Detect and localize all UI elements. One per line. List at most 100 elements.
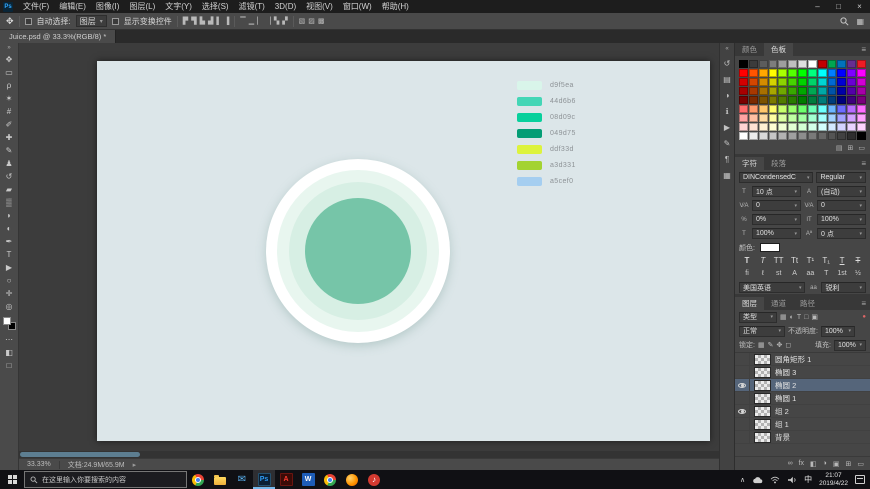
hand-tool[interactable]: ✛	[1, 287, 18, 300]
color-swatch[interactable]	[759, 69, 768, 77]
color-swatch[interactable]	[818, 105, 827, 113]
faux-bold-toggle[interactable]: T	[741, 256, 753, 265]
filter-shape-icon[interactable]: □	[804, 314, 808, 321]
layer-visibility-toggle[interactable]	[735, 418, 750, 431]
layer-thumbnail[interactable]	[754, 367, 771, 378]
blend-mode-select[interactable]: 正常	[739, 326, 785, 337]
color-swatch[interactable]	[828, 87, 837, 95]
menu-item[interactable]: 文字(Y)	[160, 0, 197, 13]
color-swatch[interactable]	[778, 69, 787, 77]
color-swatch[interactable]	[749, 87, 758, 95]
color-swatch[interactable]	[778, 105, 787, 113]
color-swatch[interactable]	[739, 96, 748, 104]
adjustments-panel-icon[interactable]: ◑	[725, 91, 730, 100]
color-swatch[interactable]	[749, 69, 758, 77]
volume-icon[interactable]	[787, 476, 797, 484]
color-swatch[interactable]	[778, 123, 787, 131]
color-swatch[interactable]	[759, 60, 768, 68]
color-swatch[interactable]	[778, 87, 787, 95]
color-swatch[interactable]	[798, 123, 807, 131]
blur-tool[interactable]: ◗	[1, 209, 18, 222]
color-swatch[interactable]	[808, 123, 817, 131]
color-swatch[interactable]	[808, 96, 817, 104]
superscript-toggle[interactable]: T¹	[804, 256, 816, 265]
layer-row[interactable]: 背景	[735, 431, 870, 444]
opentype-feature-icon[interactable]: ℓ	[757, 270, 769, 277]
search-icon[interactable]	[840, 17, 849, 26]
adjustment-layer-icon[interactable]: ◑	[823, 460, 827, 467]
status-chevron-icon[interactable]: ▸	[133, 461, 137, 469]
marquee-tool[interactable]: ▭	[1, 66, 18, 79]
color-swatch[interactable]	[749, 105, 758, 113]
tab-channels[interactable]: 通道	[764, 297, 793, 310]
all-caps-toggle[interactable]: TT	[773, 256, 785, 265]
color-swatch[interactable]	[769, 132, 778, 140]
color-swatch[interactable]	[818, 132, 827, 140]
chrome-icon[interactable]	[187, 470, 209, 489]
delete-layer-icon[interactable]: ▭	[857, 460, 864, 468]
layer-name[interactable]: 椭圆 3	[775, 367, 796, 378]
color-swatch[interactable]	[818, 69, 827, 77]
faux-italic-toggle[interactable]: T	[757, 256, 769, 265]
color-swatch[interactable]	[857, 114, 866, 122]
color-swatch[interactable]	[808, 78, 817, 86]
color-swatch[interactable]	[808, 69, 817, 77]
small-caps-toggle[interactable]: Tt	[789, 256, 801, 265]
acrobat-icon[interactable]: A	[275, 470, 297, 489]
distribute-icon[interactable]: ▞	[282, 17, 287, 25]
color-swatch[interactable]	[798, 78, 807, 86]
zoom-level[interactable]: 33.33%	[27, 461, 51, 468]
maximize-button[interactable]: □	[828, 0, 849, 13]
color-swatch[interactable]	[818, 87, 827, 95]
color-swatch[interactable]	[837, 123, 846, 131]
align-icon[interactable]: ▙	[200, 17, 205, 25]
layer-filter-kind-select[interactable]: 类型	[739, 312, 777, 323]
color-swatch[interactable]	[798, 96, 807, 104]
properties-panel-icon[interactable]: ▤	[723, 75, 731, 84]
taskbar-search[interactable]: 在这里输入你要搜索的内容	[24, 471, 187, 488]
panel-menu-icon[interactable]: ≡	[861, 157, 870, 170]
color-swatch[interactable]	[847, 105, 856, 113]
leading-field[interactable]: (自动)	[817, 186, 866, 197]
foreground-background-colors[interactable]	[3, 317, 16, 330]
color-swatch[interactable]	[788, 69, 797, 77]
lock-position-icon[interactable]: ✥	[776, 341, 782, 349]
proportional-spacing-field[interactable]: 0%	[752, 214, 801, 225]
color-swatch[interactable]	[798, 114, 807, 122]
color-swatch[interactable]	[788, 132, 797, 140]
color-swatch[interactable]	[778, 96, 787, 104]
color-swatch[interactable]	[828, 96, 837, 104]
align-icon[interactable]: ▟	[208, 17, 213, 25]
gradient-tool[interactable]: ▒	[1, 196, 18, 209]
color-swatch[interactable]	[857, 132, 866, 140]
swatch-folder-icon[interactable]: ▤	[836, 144, 843, 152]
color-swatch[interactable]	[739, 87, 748, 95]
color-swatch[interactable]	[837, 78, 846, 86]
color-swatch[interactable]	[857, 69, 866, 77]
new-swatch-icon[interactable]: ⊞	[848, 144, 854, 152]
color-swatch[interactable]	[837, 132, 846, 140]
color-swatch[interactable]	[847, 69, 856, 77]
filter-pixel-icon[interactable]: ▦	[780, 313, 787, 321]
horizontal-scrollbar[interactable]	[19, 451, 719, 458]
color-swatch[interactable]	[818, 114, 827, 122]
close-button[interactable]: ×	[849, 0, 870, 13]
color-swatch[interactable]	[798, 87, 807, 95]
input-method-indicator[interactable]: 中	[804, 474, 812, 485]
opentype-feature-icon[interactable]: fi	[741, 270, 753, 277]
color-swatch[interactable]	[808, 132, 817, 140]
color-swatch[interactable]	[837, 69, 846, 77]
distribute-icon[interactable]: ▁	[249, 17, 254, 25]
color-swatch[interactable]	[828, 123, 837, 131]
opentype-feature-icon[interactable]: A	[789, 270, 801, 277]
distribute-icon[interactable]: ▚	[274, 17, 279, 25]
color-swatch[interactable]	[769, 123, 778, 131]
healing-brush-tool[interactable]: ✚	[1, 131, 18, 144]
color-swatch[interactable]	[828, 78, 837, 86]
baseline-shift-field[interactable]: 0 点	[817, 228, 866, 239]
color-swatch[interactable]	[847, 60, 856, 68]
opacity-field[interactable]: 100%	[821, 326, 855, 337]
info-panel-icon[interactable]: ℹ	[725, 107, 728, 116]
color-swatch[interactable]	[857, 123, 866, 131]
color-swatch[interactable]	[808, 105, 817, 113]
